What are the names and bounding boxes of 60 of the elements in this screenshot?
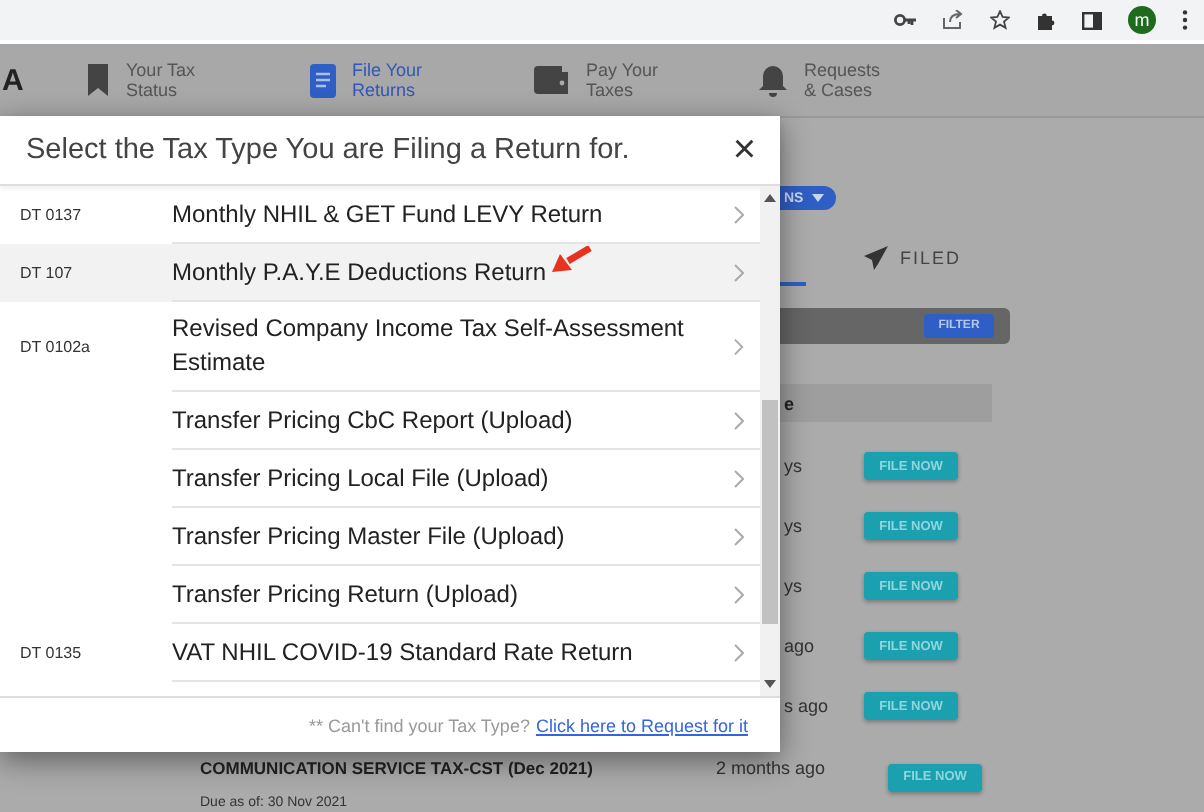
sidebar-icon[interactable] (1082, 11, 1102, 29)
nav-item[interactable]: Pay Your Taxes (586, 60, 659, 100)
tax-type-item[interactable]: Transfer Pricing Return (Upload) (0, 566, 760, 624)
nav-item[interactable]: File Your Returns (352, 60, 423, 100)
tax-type-name: Transfer Pricing Return (Upload) (172, 577, 518, 611)
chevron-right-icon (734, 585, 744, 603)
bell-icon (758, 63, 788, 97)
due-text-fragment: ys (782, 456, 804, 476)
paper-plane-icon (864, 245, 888, 269)
tax-type-item[interactable]: Transfer Pricing Master File (Upload) (0, 508, 760, 566)
due-text-fragment: ys (782, 576, 804, 596)
nav-item[interactable]: Requests & Cases (804, 60, 881, 100)
menu-icon[interactable] (1182, 10, 1188, 30)
tab[interactable]: FILED (864, 232, 962, 286)
tax-code: DT 0137 (20, 206, 82, 224)
tax-code: DT 0102a (20, 338, 90, 356)
share-icon[interactable] (942, 10, 964, 30)
tax-type-name: Transfer Pricing Master File (Upload) (172, 519, 565, 553)
tax-type-name: VAT NHIL COVID-19 Standard Rate Return (172, 635, 633, 669)
profile-avatar[interactable]: m (1128, 6, 1156, 34)
due-text-fragment: ys (782, 516, 804, 536)
tax-code: DT 107 (20, 264, 73, 282)
caret-icon (811, 194, 824, 202)
wallet-icon (534, 66, 570, 94)
chevron-right-icon (734, 527, 744, 545)
help-text: ** Can't find your Tax Type? (309, 715, 530, 735)
tax-return-title: COMMUNICATION SERVICE TAX-CST (Dec 2021) (200, 758, 595, 778)
tax-type-item[interactable]: DT 0135 VAT NHIL COVID-19 Standard Rate Return (0, 624, 760, 682)
star-icon[interactable] (990, 10, 1010, 30)
tax-type-name: Transfer Pricing CbC Report (Upload) (172, 403, 573, 437)
request-link[interactable]: Click here to Request for it (535, 715, 748, 735)
column-heading-fragment: e (784, 393, 795, 413)
due-text-fragment: ago (782, 636, 817, 656)
close-button[interactable]: × (732, 130, 756, 170)
chevron-right-icon (734, 205, 744, 223)
scrollbar[interactable] (760, 186, 780, 696)
chevron-right-icon (734, 643, 744, 661)
chevron-right-icon (734, 469, 744, 487)
scroll-down-icon[interactable] (764, 678, 776, 690)
due-text-fragment: s ago (782, 696, 831, 716)
tax-type-item[interactable]: DT 107 Monthly P.A.Y.E Deductions Return (0, 244, 760, 302)
due-age: 2 months ago (716, 756, 828, 782)
logo-fragment: A (2, 63, 26, 97)
chevron-right-icon (734, 337, 744, 355)
tax-type-item[interactable]: Transfer Pricing Local File (Upload) (0, 450, 760, 508)
tax-type-name: Monthly P.A.Y.E Deductions Return (172, 255, 546, 289)
chevron-right-icon (734, 263, 744, 281)
chevron-right-icon (734, 411, 744, 429)
bookmark-icon (86, 64, 110, 96)
puzzle-icon[interactable] (1036, 10, 1056, 30)
dialog-title: Select the Tax Type You are Filing a Return for. (26, 134, 630, 166)
tax-type-name: Transfer Pricing Local File (Upload) (172, 461, 549, 495)
key-icon[interactable] (894, 14, 916, 26)
tax-type-item[interactable]: Transfer Pricing CbC Report (Upload) (0, 392, 760, 450)
scroll-up-icon[interactable] (764, 192, 776, 204)
tax-code: DT 0135 (20, 644, 82, 662)
tax-type-name: Revised Company Income Tax Self-Assessment Estimate (172, 312, 686, 380)
document-icon (310, 63, 336, 97)
tax-type-name: Monthly NHIL & GET Fund LEVY Return (172, 197, 603, 231)
nav-item[interactable]: Your Tax Status (126, 60, 196, 100)
